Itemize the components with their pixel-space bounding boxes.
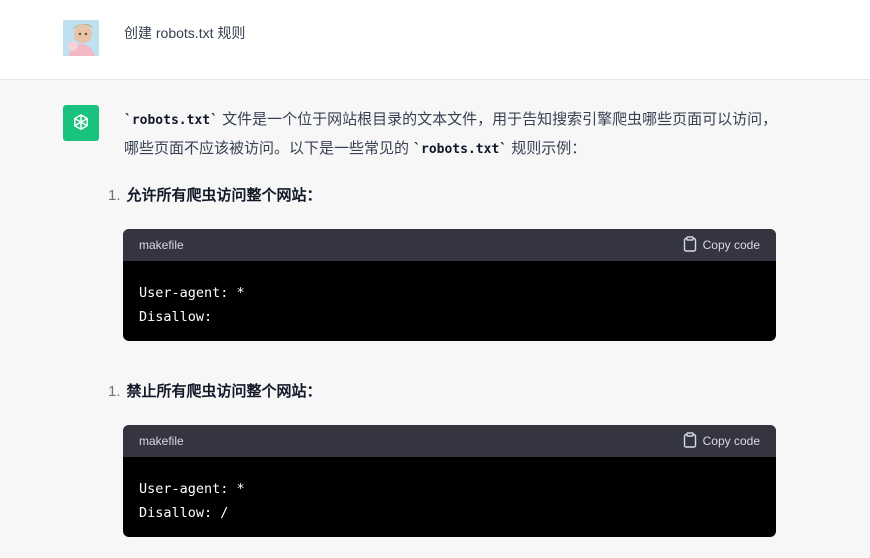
user-message-text: 创建 robots.txt 规则: [124, 25, 246, 41]
clipboard-icon: [683, 431, 697, 451]
code-content: User-agent: * Disallow:: [139, 285, 245, 325]
inline-code: `robots.txt`: [124, 113, 218, 128]
list-item-title: 允许所有爬虫访问整个网站：: [126, 187, 322, 204]
list-item: 1. 禁止所有爬虫访问整个网站：: [108, 380, 322, 404]
copy-code-button[interactable]: Copy code: [683, 235, 760, 255]
list-number: 1.: [108, 383, 121, 400]
copy-code-label: Copy code: [702, 238, 760, 252]
clipboard-icon: [683, 235, 697, 255]
copy-code-label: Copy code: [702, 434, 760, 448]
code-block-header: makefile Copy code: [123, 425, 776, 457]
list-number: 1.: [108, 187, 121, 204]
user-avatar: [63, 20, 99, 56]
user-message-row: 创建 robots.txt 规则: [0, 0, 870, 80]
code-language-label: makefile: [139, 434, 184, 448]
assistant-intro-paragraph: `robots.txt` 文件是一个位于网站根目录的文本文件，用于告知搜索引擎爬…: [124, 106, 784, 164]
code-block: makefile Copy code User-agent: * Disallo…: [123, 229, 776, 341]
assistant-message-row: `robots.txt` 文件是一个位于网站根目录的文本文件，用于告知搜索引擎爬…: [0, 81, 870, 558]
inline-code: `robots.txt`: [413, 142, 508, 157]
list-item-title: 禁止所有爬虫访问整个网站：: [126, 383, 322, 400]
code-block: makefile Copy code User-agent: * Disallo…: [123, 425, 776, 537]
intro-text: 规则示例：: [507, 140, 587, 157]
code-language-label: makefile: [139, 238, 184, 252]
list-item: 1. 允许所有爬虫访问整个网站：: [108, 184, 322, 208]
copy-code-button[interactable]: Copy code: [683, 431, 760, 451]
openai-logo-icon: [63, 105, 99, 141]
code-block-header: makefile Copy code: [123, 229, 776, 261]
code-content: User-agent: * Disallow: /: [139, 481, 245, 521]
